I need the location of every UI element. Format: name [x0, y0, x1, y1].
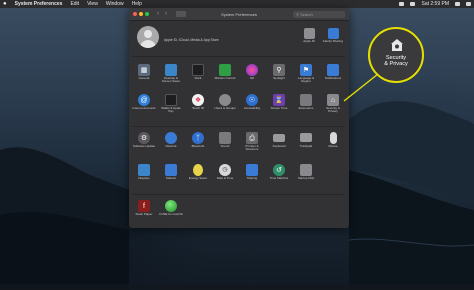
house-lock-icon	[391, 39, 403, 51]
security-privacy-callout: Security & Privacy	[368, 27, 424, 83]
callout-label: Security & Privacy	[384, 55, 408, 68]
dock[interactable]	[0, 284, 474, 290]
